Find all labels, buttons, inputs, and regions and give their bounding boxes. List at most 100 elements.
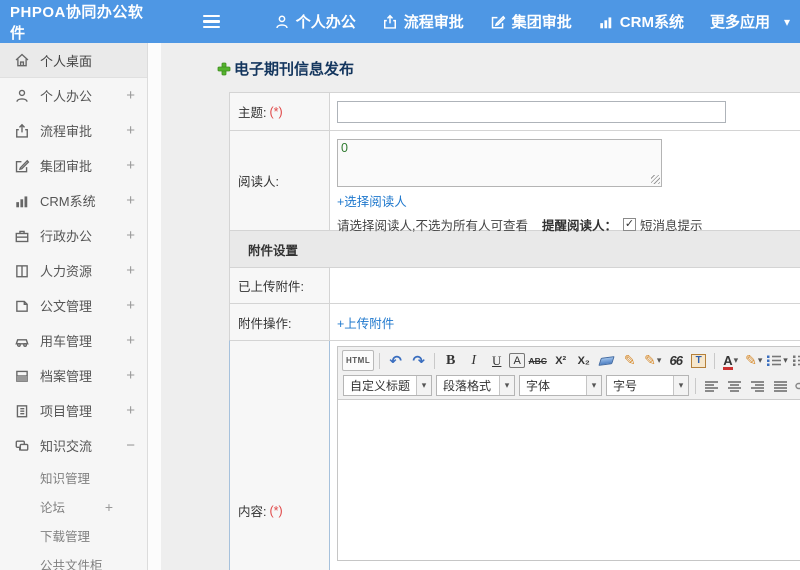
home-icon	[14, 52, 30, 68]
editor-toolbar: HTML ↶ ↷ B I U A ABC X² X₂ ✎ ✎ ▾ 66 T A …	[338, 347, 800, 400]
strikethrough-button[interactable]: ABC	[527, 350, 548, 371]
readers-row: 阅读人: 0 +选择阅读人 请选择阅读人,不选为所有人可查看 提醒阅读人： ✓ …	[230, 130, 800, 233]
chevron-down-icon[interactable]: ▾	[784, 15, 790, 29]
expand-toggle[interactable]: +	[126, 87, 135, 104]
italic-button[interactable]: I	[463, 350, 484, 371]
nav-more-apps[interactable]: 更多应用	[710, 11, 770, 32]
redo-button[interactable]: ↷	[408, 350, 429, 371]
required-mark: (*)	[269, 104, 283, 119]
underline-button[interactable]: U	[486, 350, 507, 371]
undo-button[interactable]: ↶	[385, 350, 406, 371]
chevron-down-icon: ▾	[586, 376, 602, 395]
sidebar-item-hr[interactable]: 人力资源 +	[0, 253, 147, 288]
expand-toggle[interactable]: +	[126, 402, 135, 419]
uploaded-attachments-label: 已上传附件:	[238, 280, 304, 294]
expand-toggle[interactable]: +	[126, 262, 135, 279]
html-source-button[interactable]: HTML	[342, 350, 375, 371]
format-painter-button[interactable]: ✎	[619, 350, 640, 371]
quick-format-button[interactable]: ✎ ▾	[642, 350, 663, 371]
nav-crm[interactable]: CRM系统	[598, 11, 684, 32]
upload-attachment-link[interactable]: +上传附件	[337, 313, 394, 332]
blockquote-button[interactable]: 66	[665, 350, 686, 371]
sidebar-item-label: 公文管理	[40, 299, 93, 314]
font-family-select[interactable]: 字体 ▾	[519, 375, 603, 396]
sidebar-subitem-public-file-cabinet[interactable]: 公共文件柜	[0, 550, 147, 570]
expand-toggle[interactable]: +	[126, 192, 135, 209]
chevron-down-icon: ▾	[757, 355, 763, 365]
sidebar-item-label: 档案管理	[40, 369, 93, 384]
align-left-button[interactable]	[701, 375, 722, 396]
sidebar: 个人桌面 个人办公 + 流程审批 + 集团审批 + CRM系统 + 行政办公 +	[0, 43, 148, 570]
subject-input[interactable]	[337, 100, 726, 123]
readers-textarea[interactable]: 0	[337, 139, 662, 187]
bold-button[interactable]: B	[440, 350, 461, 371]
paragraph-format-select[interactable]: 段落格式 ▾	[436, 375, 516, 396]
font-name-button[interactable]: A	[509, 353, 526, 368]
nav-label: 流程审批	[403, 14, 464, 31]
sms-checkbox[interactable]: ✓	[623, 218, 636, 231]
nav-personal-office[interactable]: 个人办公	[274, 11, 356, 32]
nav-process-approval[interactable]: 流程审批	[382, 11, 464, 32]
chevron-down-icon: ▾	[783, 355, 788, 365]
subject-row: 主题: (*)	[230, 93, 800, 130]
sidebar-item-personal-office[interactable]: 个人办公 +	[0, 78, 147, 113]
sidebar-item-process-approval[interactable]: 流程审批 +	[0, 113, 147, 148]
expand-toggle[interactable]: +	[126, 297, 135, 314]
chat-bubbles-icon	[14, 438, 30, 454]
sidebar-item-project-mgmt[interactable]: 项目管理 +	[0, 393, 147, 428]
content-label: 内容:	[238, 505, 267, 519]
sidebar-item-personal-desktop[interactable]: 个人桌面	[0, 43, 147, 78]
font-size-select[interactable]: 字号 ▾	[606, 375, 690, 396]
nav-label: 更多应用	[709, 14, 770, 31]
book-icon	[14, 263, 30, 279]
person-icon	[274, 14, 290, 30]
font-color-button[interactable]: A ▾	[720, 350, 741, 371]
insert-link-button[interactable]	[793, 375, 800, 396]
remove-format-button[interactable]	[596, 350, 617, 371]
hamburger-menu-icon[interactable]	[202, 12, 220, 32]
main-content: 电子期刊信息发布 主题: (*) 阅读人: 0 +选择阅读人 请选择阅读人,不选…	[161, 43, 800, 570]
notebook-icon	[14, 403, 30, 419]
chevron-down-icon: ▾	[416, 376, 432, 395]
nav-group-approval[interactable]: 集团审批	[490, 11, 572, 32]
sidebar-item-knowledge-exchange[interactable]: 知识交流 −	[0, 428, 147, 463]
checkmark-icon: ✓	[624, 218, 635, 230]
subscript-button[interactable]: X₂	[573, 350, 594, 371]
insert-table-button[interactable]: T	[688, 350, 709, 371]
heading-select[interactable]: 自定义标题 ▾	[343, 375, 433, 396]
ordered-list-button[interactable]: ▾	[766, 350, 788, 371]
expand-toggle[interactable]: +	[105, 499, 113, 515]
sidebar-item-vehicle-mgmt[interactable]: 用车管理 +	[0, 323, 147, 358]
align-right-button[interactable]	[747, 375, 768, 396]
editor-content-area[interactable]	[338, 400, 800, 560]
share-up-icon	[382, 14, 398, 30]
heading-select-value: 自定义标题	[350, 379, 411, 393]
sidebar-item-label: 用车管理	[40, 334, 93, 349]
expand-toggle[interactable]: +	[126, 227, 135, 244]
chevron-down-icon: ▾	[733, 355, 739, 365]
expand-toggle[interactable]: +	[126, 122, 135, 139]
sidebar-item-label: 流程审批	[40, 124, 93, 139]
sidebar-item-group-approval[interactable]: 集团审批 +	[0, 148, 147, 183]
sidebar-subitem-label: 下载管理	[40, 530, 91, 544]
align-justify-button[interactable]	[770, 375, 791, 396]
font-family-value: 字体	[526, 379, 551, 393]
sidebar-subitem-label: 知识管理	[40, 472, 91, 486]
expand-toggle[interactable]: +	[126, 332, 135, 349]
sidebar-subitem-knowledge-mgmt[interactable]: 知识管理	[0, 463, 147, 492]
align-center-button[interactable]	[724, 375, 745, 396]
table-icon: T	[691, 353, 707, 368]
sidebar-item-crm[interactable]: CRM系统 +	[0, 183, 147, 218]
sidebar-item-document-mgmt[interactable]: 公文管理 +	[0, 288, 147, 323]
select-readers-link[interactable]: +选择阅读人	[337, 191, 407, 210]
highlight-color-button[interactable]: ✎ ▾	[743, 350, 764, 371]
unordered-list-button[interactable]	[790, 350, 800, 371]
sidebar-item-admin-office[interactable]: 行政办公 +	[0, 218, 147, 253]
sidebar-item-archive-mgmt[interactable]: 档案管理 +	[0, 358, 147, 393]
expand-toggle[interactable]: +	[126, 367, 135, 384]
expand-toggle[interactable]: +	[126, 157, 135, 174]
sidebar-subitem-download-mgmt[interactable]: 下载管理	[0, 521, 147, 550]
sidebar-subitem-forum[interactable]: 论坛 +	[0, 492, 147, 521]
collapse-toggle[interactable]: −	[126, 437, 135, 454]
superscript-button[interactable]: X²	[550, 350, 571, 371]
